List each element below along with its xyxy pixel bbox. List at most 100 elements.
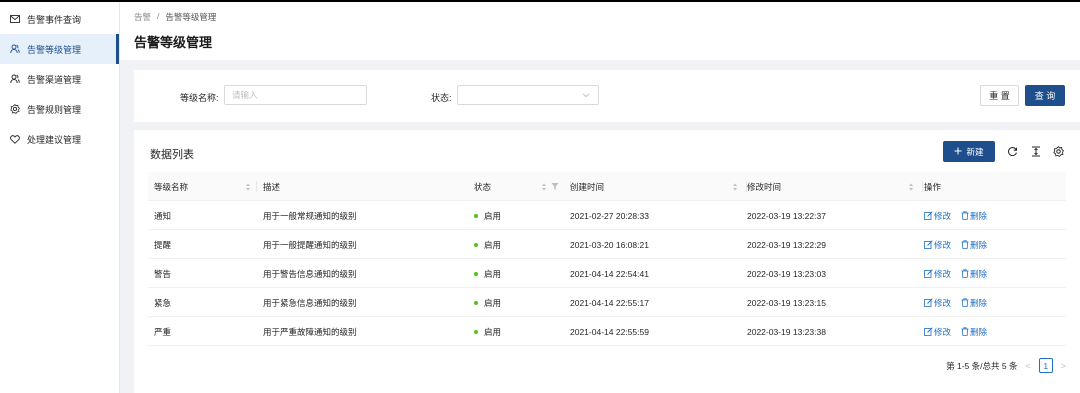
sidebar-item-rule-management[interactable]: 告警规则管理: [0, 94, 119, 124]
edit-icon: [924, 269, 933, 278]
edit-label: 修改: [934, 297, 952, 308]
sidebar-item-label: 告警事件查询: [27, 14, 82, 25]
filter-icon[interactable]: [551, 182, 559, 191]
cell-level-name: 严重: [154, 326, 172, 337]
cell-level-name: 提醒: [154, 239, 172, 250]
trash-icon: [961, 211, 969, 220]
sort-icon[interactable]: [541, 182, 547, 192]
cell-modified-time: 2022-03-19 13:23:03: [747, 268, 826, 279]
column-header-label: 状态: [474, 181, 492, 192]
cell-actions: 修改 删除: [924, 317, 987, 346]
settings-icon[interactable]: [1052, 145, 1064, 157]
edit-label: 修改: [934, 239, 952, 250]
edit-label: 修改: [934, 210, 952, 221]
column-header-label: 描述: [263, 181, 281, 192]
cell-actions: 修改 删除: [924, 230, 987, 259]
prev-page-button[interactable]: <: [1025, 361, 1030, 371]
sidebar-item-channel-management[interactable]: 告警渠道管理: [0, 64, 119, 94]
status-text: 启用: [484, 210, 502, 221]
delete-label: 删除: [970, 239, 988, 250]
new-button-label: 新建: [966, 146, 984, 157]
edit-link[interactable]: 修改: [924, 326, 951, 338]
cell-description: 用于一般提醒通知的级别: [263, 239, 357, 250]
column-height-icon[interactable]: [1030, 145, 1042, 157]
column-header-level-name[interactable]: 等级名称: [154, 172, 257, 201]
cell-level-name: 紧急: [154, 297, 172, 308]
sidebar-item-level-management[interactable]: 告警等级管理: [0, 34, 119, 64]
edit-icon: [924, 211, 933, 220]
status-select[interactable]: [457, 85, 599, 105]
delete-link[interactable]: 删除: [961, 297, 987, 309]
cell-created-time: 2021-03-20 16:08:21: [570, 239, 649, 250]
cell-actions: 修改 删除: [924, 201, 987, 230]
cell-level-name: 警告: [154, 268, 172, 279]
breadcrumb-separator: /: [157, 11, 160, 21]
sidebar: 告警事件查询 告警等级管理 告警渠道管理 告警规则管理 处理建议管理: [0, 2, 120, 393]
delete-link[interactable]: 删除: [961, 326, 987, 338]
edit-link[interactable]: 修改: [924, 297, 951, 309]
sort-icon[interactable]: [732, 182, 738, 192]
sidebar-item-event-query[interactable]: 告警事件查询: [0, 4, 119, 34]
sidebar-item-label: 处理建议管理: [27, 134, 82, 145]
column-header-status[interactable]: 状态: [474, 172, 571, 201]
column-header-description: 描述: [263, 172, 476, 201]
reset-button[interactable]: 重 置: [980, 85, 1019, 106]
column-header-label: 修改时间: [747, 181, 782, 192]
table-row: 通知 用于一般常规通知的级别 启用 2021-02-27 20:28:33 20…: [148, 201, 1066, 230]
plus-icon: [954, 147, 962, 157]
delete-label: 删除: [970, 210, 988, 221]
column-header-label: 等级名称: [154, 181, 189, 192]
status-label: 状态:: [431, 93, 452, 103]
new-button[interactable]: 新建: [943, 141, 995, 162]
status-dot: [474, 213, 478, 218]
level-name-input[interactable]: [224, 85, 367, 105]
trash-icon: [961, 240, 969, 249]
delete-link[interactable]: 删除: [961, 268, 987, 280]
page-button-current[interactable]: 1: [1038, 358, 1053, 373]
cell-description: 用于紧急信息通知的级别: [263, 297, 357, 308]
sort-icon[interactable]: [908, 182, 914, 192]
table-row: 严重 用于严重故障通知的级别 启用 2021-04-14 22:55:59 20…: [148, 317, 1066, 346]
delete-link[interactable]: 删除: [961, 239, 987, 251]
pagination: 第 1-5 条/总共 5 条 < 1 >: [946, 358, 1066, 373]
edit-link[interactable]: 修改: [924, 268, 951, 280]
cell-created-time: 2021-04-14 22:55:59: [570, 326, 649, 337]
filter-panel: 等级名称: 状态: 重 置 查 询: [134, 70, 1080, 122]
users-icon: [9, 73, 21, 85]
heart-icon: [9, 133, 21, 145]
edit-icon: [924, 298, 933, 307]
column-header-created-time[interactable]: 创建时间: [570, 172, 747, 201]
sort-icon[interactable]: [245, 182, 251, 192]
users-icon: [9, 43, 21, 55]
next-page-button[interactable]: >: [1061, 361, 1066, 371]
cell-actions: 修改 删除: [924, 288, 987, 317]
breadcrumb-current: 告警等级管理: [165, 12, 217, 22]
edit-link[interactable]: 修改: [924, 210, 951, 222]
column-header-modified-time[interactable]: 修改时间: [747, 172, 923, 201]
gear-icon: [9, 103, 21, 115]
level-name-label: 等级名称:: [180, 93, 219, 103]
status-dot: [474, 242, 478, 247]
table-title: 数据列表: [150, 149, 194, 161]
trash-icon: [961, 269, 969, 278]
column-header-actions: 操作: [924, 172, 1024, 201]
status-text: 启用: [484, 239, 502, 250]
table-row: 紧急 用于紧急信息通知的级别 启用 2021-04-14 22:55:17 20…: [148, 288, 1066, 317]
table-row: 警告 用于警告信息通知的级别 启用 2021-04-14 22:54:41 20…: [148, 259, 1066, 288]
breadcrumb-root[interactable]: 告警: [134, 11, 151, 23]
edit-link[interactable]: 修改: [924, 239, 951, 251]
sidebar-item-suggestion-management[interactable]: 处理建议管理: [0, 124, 119, 154]
refresh-icon[interactable]: [1006, 145, 1018, 157]
edit-label: 修改: [934, 268, 952, 279]
cell-status: 启用: [474, 259, 501, 288]
cell-description: 用于警告信息通知的级别: [263, 268, 357, 279]
chevron-down-icon: [582, 91, 590, 101]
status-text: 启用: [484, 326, 502, 337]
edit-icon: [924, 240, 933, 249]
delete-link[interactable]: 删除: [961, 210, 987, 222]
cell-status: 启用: [474, 288, 501, 317]
edit-label: 修改: [934, 326, 952, 337]
cell-description: 用于一般常规通知的级别: [263, 210, 357, 221]
query-button[interactable]: 查 询: [1025, 85, 1065, 106]
breadcrumb: 告警 / 告警等级管理: [134, 11, 216, 23]
